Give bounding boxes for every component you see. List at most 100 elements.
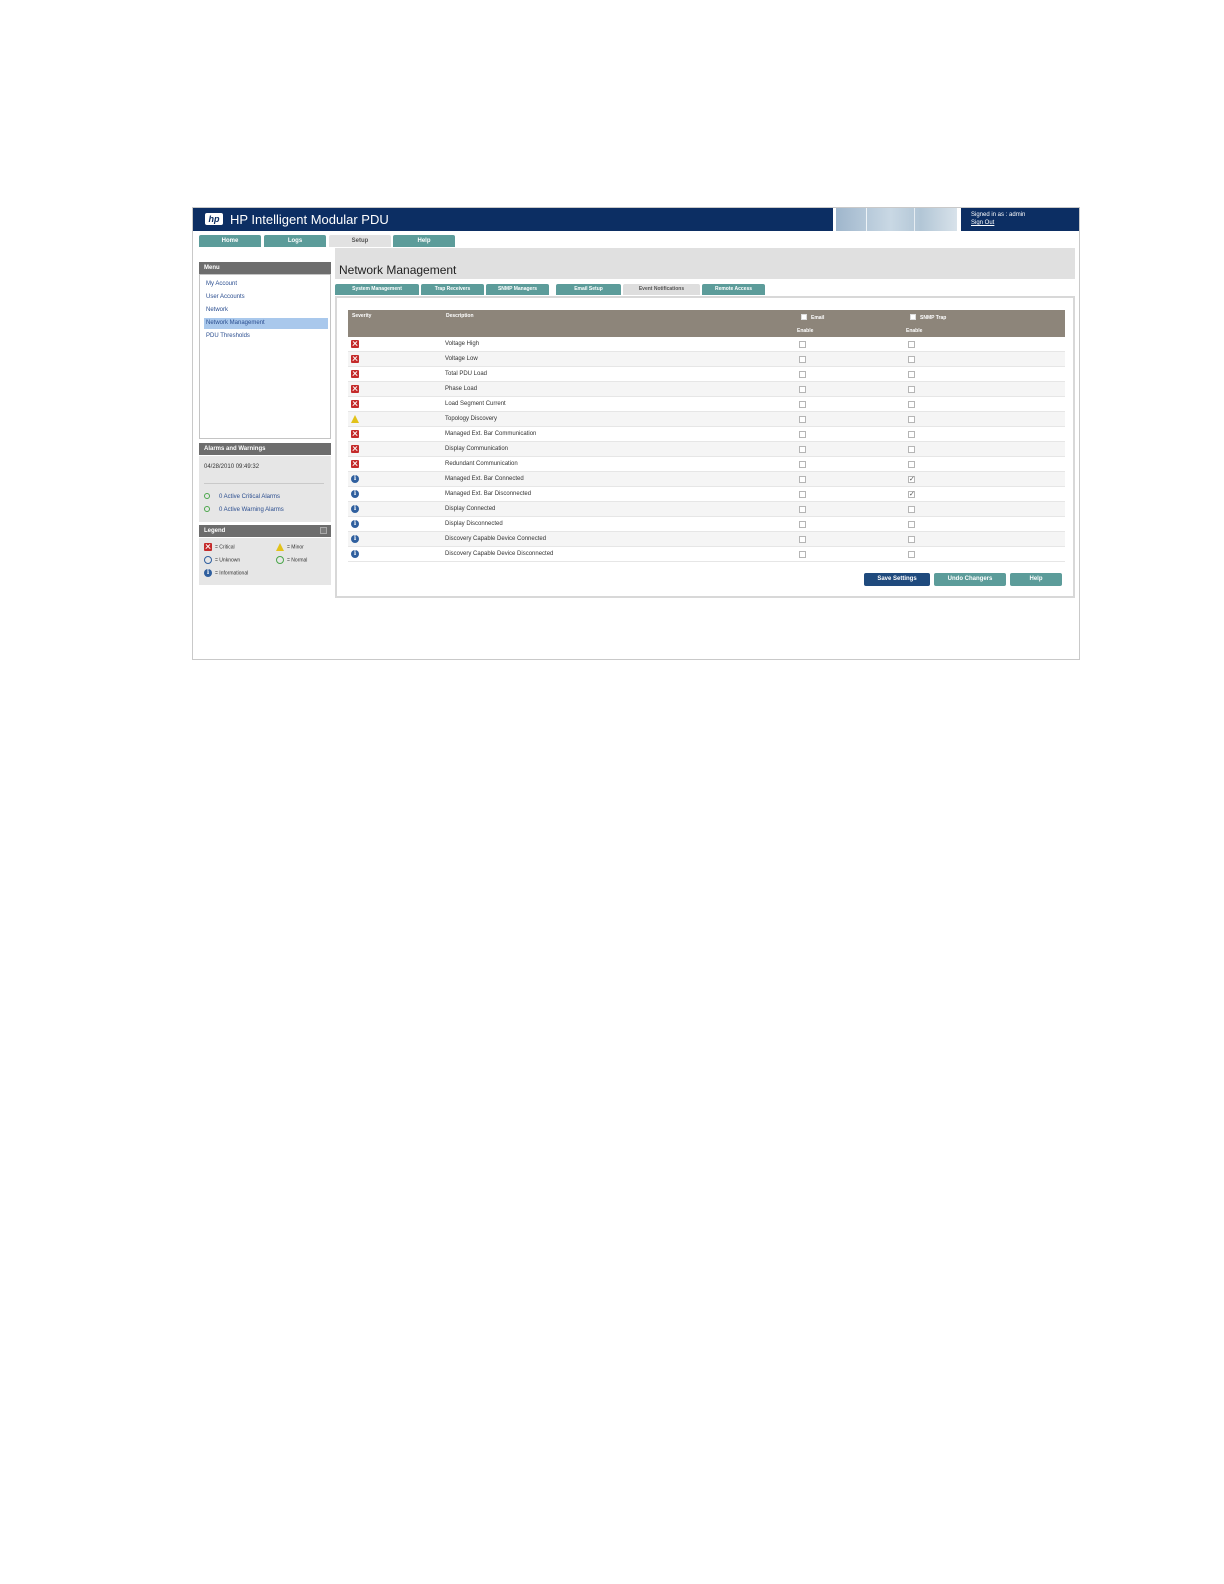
header-banner-image [836, 208, 957, 231]
user-panel: Signed in as : admin Sign Out [961, 208, 1079, 231]
email-enable-checkbox[interactable] [799, 356, 806, 363]
snmp-select-all-checkbox[interactable] [910, 314, 916, 320]
table-row: i Managed Ext. Bar Disconnected ✓ [348, 487, 1065, 502]
alarms-header: Alarms and Warnings [199, 443, 331, 455]
alarm-divider [204, 483, 324, 484]
tab-event-notifications[interactable]: Event Notifications [623, 284, 700, 295]
email-enable-checkbox[interactable] [799, 431, 806, 438]
collapse-icon[interactable] [320, 527, 327, 534]
snmp-enable-checkbox[interactable] [908, 431, 915, 438]
app-title: HP Intelligent Modular PDU [230, 212, 389, 227]
sidebar-item-user-accounts[interactable]: User Accounts [204, 292, 328, 303]
snmp-enable-subheader: Enable [906, 328, 923, 334]
informational-icon: i [351, 490, 359, 498]
tab-snmp-managers[interactable]: SNMP Managers [486, 284, 549, 295]
critical-icon [351, 385, 359, 393]
event-description: Topology Discovery [445, 416, 498, 422]
snmp-enable-checkbox[interactable]: ✓ [908, 476, 915, 483]
email-enable-checkbox[interactable] [799, 521, 806, 528]
event-description: Managed Ext. Bar Connected [445, 476, 524, 482]
alarms-panel: 04/28/2010 09:49:32 0 Active Critical Al… [199, 456, 331, 522]
event-description: Load Segment Current [445, 401, 506, 407]
snmp-enable-checkbox[interactable] [908, 461, 915, 468]
email-enable-checkbox[interactable] [799, 461, 806, 468]
snmp-column-header: SNMP Trap [920, 315, 947, 321]
snmp-enable-checkbox[interactable] [908, 416, 915, 423]
event-description: Discovery Capable Device Disconnected [445, 551, 554, 557]
tab-setup[interactable]: Setup [329, 235, 391, 247]
description-column-header: Description [446, 313, 474, 319]
sidebar-item-pdu-thresholds[interactable]: PDU Thresholds [204, 331, 328, 342]
table-body: Voltage High Voltage Low Total PDU Load Pha… [348, 337, 1065, 562]
critical-alarms-link[interactable]: 0 Active Critical Alarms [204, 493, 280, 502]
tab-trap-receivers[interactable]: Trap Receivers [421, 284, 484, 295]
warning-alarms-label: 0 Active Warning Alarms [219, 507, 284, 513]
critical-icon [351, 430, 359, 438]
undo-changes-button[interactable]: Undo Changers [934, 573, 1006, 586]
critical-alarms-label: 0 Active Critical Alarms [219, 494, 281, 500]
event-description: Voltage Low [445, 356, 478, 362]
snmp-enable-checkbox[interactable]: ✓ [908, 491, 915, 498]
legend-label: = Unknown [215, 557, 241, 564]
snmp-enable-checkbox[interactable] [908, 341, 915, 348]
table-row: Topology Discovery [348, 412, 1065, 427]
email-enable-subheader: Enable [797, 328, 814, 334]
email-select-all-checkbox[interactable] [801, 314, 807, 320]
snmp-enable-checkbox[interactable] [908, 446, 915, 453]
page-title: Network Management [339, 263, 457, 277]
critical-icon [351, 340, 359, 348]
email-enable-checkbox[interactable] [799, 536, 806, 543]
menu-header: Menu [199, 262, 331, 274]
minor-icon [276, 543, 284, 551]
email-enable-checkbox[interactable] [799, 401, 806, 408]
email-enable-checkbox[interactable] [799, 446, 806, 453]
tab-system-management[interactable]: System Management [335, 284, 419, 295]
snmp-enable-checkbox[interactable] [908, 521, 915, 528]
informational-icon: i [351, 550, 359, 558]
email-enable-checkbox[interactable] [799, 341, 806, 348]
help-button[interactable]: Help [1010, 573, 1062, 586]
sidebar-item-network[interactable]: Network [204, 305, 328, 316]
informational-icon: i [351, 505, 359, 513]
event-description: Display Disconnected [445, 521, 503, 527]
event-table: Severity Description Email Enable SNMP T… [348, 310, 1065, 562]
email-enable-checkbox[interactable] [799, 491, 806, 498]
table-row: i Discovery Capable Device Disconnected [348, 547, 1065, 562]
table-row: Load Segment Current [348, 397, 1065, 412]
email-enable-checkbox[interactable] [799, 551, 806, 558]
critical-icon [351, 460, 359, 468]
snmp-enable-checkbox[interactable] [908, 506, 915, 513]
snmp-enable-checkbox[interactable] [908, 371, 915, 378]
snmp-enable-checkbox[interactable] [908, 386, 915, 393]
email-enable-checkbox[interactable] [799, 476, 806, 483]
critical-icon [351, 445, 359, 453]
event-description: Discovery Capable Device Connected [445, 536, 547, 542]
snmp-enable-checkbox[interactable] [908, 356, 915, 363]
tab-remote-access[interactable]: Remote Access [702, 284, 765, 295]
sidebar-item-my-account[interactable]: My Account [204, 279, 328, 290]
email-enable-checkbox[interactable] [799, 386, 806, 393]
tab-email-setup[interactable]: Email Setup [556, 284, 621, 295]
event-description: Voltage High [445, 341, 480, 347]
tab-home[interactable]: Home [199, 235, 261, 247]
sign-out-link[interactable]: Sign Out [971, 220, 994, 226]
page-title-bar: Network Management [335, 248, 1075, 279]
legend-label: = Informational [215, 570, 249, 577]
snmp-enable-checkbox[interactable] [908, 401, 915, 408]
tab-help[interactable]: Help [393, 235, 455, 247]
email-enable-checkbox[interactable] [799, 371, 806, 378]
critical-icon [351, 355, 359, 363]
tab-logs[interactable]: Logs [264, 235, 326, 247]
email-enable-checkbox[interactable] [799, 416, 806, 423]
email-enable-checkbox[interactable] [799, 506, 806, 513]
legend-header: Legend [199, 525, 331, 537]
legend-item-informational: i = Informational [204, 569, 248, 578]
sidebar-item-network-management[interactable]: Network Management [204, 318, 328, 329]
normal-status-icon [204, 493, 210, 500]
snmp-enable-checkbox[interactable] [908, 536, 915, 543]
save-settings-button[interactable]: Save Settings [864, 573, 930, 586]
table-row: i Display Disconnected [348, 517, 1065, 532]
event-description: Redundant Communication [445, 461, 518, 467]
warning-alarms-link[interactable]: 0 Active Warning Alarms [204, 506, 284, 515]
snmp-enable-checkbox[interactable] [908, 551, 915, 558]
